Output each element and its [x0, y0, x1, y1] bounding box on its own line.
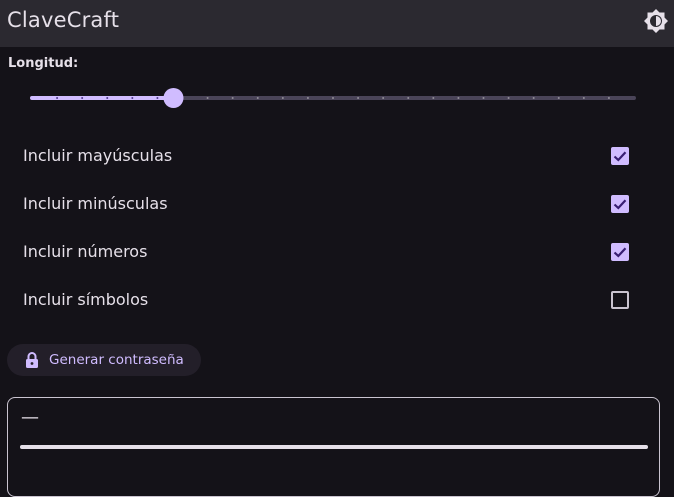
output-underline — [20, 445, 648, 449]
option-label: Incluir números — [23, 242, 148, 261]
slider-tick — [131, 97, 134, 99]
option-lowercase[interactable]: Incluir minúsculas — [0, 184, 660, 224]
app-bar: ClaveCraft — [0, 0, 674, 47]
slider-tick — [306, 97, 309, 99]
check-icon — [613, 199, 627, 210]
slider-thumb[interactable] — [163, 88, 184, 108]
password-output-field[interactable]: — — [7, 397, 660, 497]
slider-tick — [482, 97, 485, 99]
lock-icon — [26, 352, 38, 368]
length-label: Longitud: — [8, 56, 79, 71]
option-symbols[interactable]: Incluir símbolos — [0, 280, 660, 320]
symbols-checkbox[interactable] — [611, 291, 629, 309]
slider-tick — [582, 97, 585, 99]
slider-tick — [507, 97, 510, 99]
slider-tick — [156, 97, 159, 99]
slider-tick — [81, 97, 84, 99]
slider-tick — [457, 97, 460, 99]
slider-tick — [206, 97, 209, 99]
option-numbers[interactable]: Incluir números — [0, 232, 660, 272]
length-slider[interactable] — [30, 86, 638, 110]
theme-toggle-button[interactable] — [643, 8, 669, 34]
check-icon — [613, 151, 627, 162]
slider-tick — [382, 97, 385, 99]
slider-tick — [281, 97, 284, 99]
slider-tick — [357, 97, 360, 99]
slider-tick — [557, 97, 560, 99]
password-output-value: — — [21, 407, 39, 428]
slider-tick — [407, 97, 410, 99]
numbers-checkbox[interactable] — [611, 243, 629, 261]
slider-tick — [432, 97, 435, 99]
check-icon — [613, 247, 627, 258]
uppercase-checkbox[interactable] — [611, 147, 629, 165]
slider-tick — [231, 97, 234, 99]
generate-password-button[interactable]: Generar contraseña — [7, 344, 201, 376]
slider-tick — [532, 97, 535, 99]
option-label: Incluir mayúsculas — [23, 146, 173, 165]
slider-tick — [256, 97, 259, 99]
slider-tick — [607, 97, 610, 99]
generate-password-label: Generar contraseña — [49, 352, 184, 368]
brightness-icon — [644, 9, 668, 33]
option-label: Incluir minúsculas — [23, 194, 168, 213]
lowercase-checkbox[interactable] — [611, 195, 629, 213]
option-uppercase[interactable]: Incluir mayúsculas — [0, 136, 660, 176]
slider-tick — [332, 97, 334, 99]
slider-tick — [56, 97, 59, 99]
app-title: ClaveCraft — [7, 8, 120, 32]
option-label: Incluir símbolos — [23, 290, 149, 309]
slider-tick — [106, 97, 109, 99]
